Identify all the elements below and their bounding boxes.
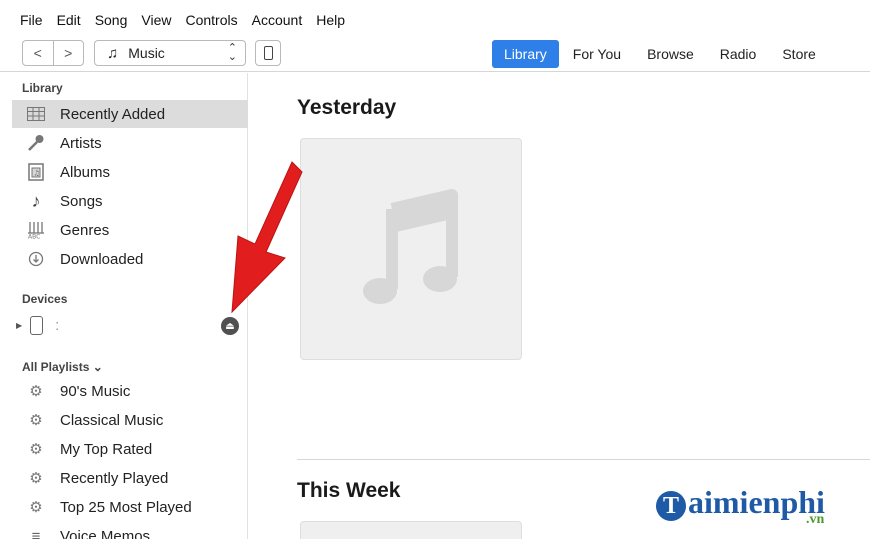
note-icon: ♪ <box>31 190 41 211</box>
playlist-label: Recently Played <box>60 469 169 487</box>
sidebar-item-label: Songs <box>60 192 103 210</box>
menu-account[interactable]: Account <box>252 12 303 28</box>
main-content: Yesterday This Week <box>249 73 870 539</box>
chevron-left-icon: < <box>33 45 42 61</box>
playlist-item-top-25[interactable]: ⚙ Top 25 Most Played <box>12 493 248 521</box>
watermark-initial: T <box>656 490 686 521</box>
watermark-text: aimienphi <box>688 484 825 520</box>
playlist-item-recently-played[interactable]: ⚙ Recently Played <box>12 464 248 492</box>
forward-button[interactable]: > <box>52 41 84 65</box>
playlist-label: My Top Rated <box>60 440 153 458</box>
playlist-item-classical-music[interactable]: ⚙ Classical Music <box>12 406 248 434</box>
playlist-label: Voice Memos <box>60 527 151 539</box>
menu-edit[interactable]: Edit <box>57 12 81 28</box>
album-icon: ♫ <box>26 162 46 182</box>
device-name: : <box>55 316 60 334</box>
gear-icon: ⚙ <box>29 499 43 516</box>
nav-buttons: < > <box>22 40 84 66</box>
gear-icon: ⚙ <box>29 441 43 458</box>
grid-icon <box>26 104 46 124</box>
download-icon <box>26 249 46 269</box>
toolbar: < > ♫ Music ⌃ ⌄ Library For You Browse Ra… <box>0 36 870 72</box>
sidebar-item-label: Genres <box>60 221 110 239</box>
sidebar-item-songs[interactable]: ♪ Songs <box>12 187 248 215</box>
playlist-item-my-top-rated[interactable]: ⚙ My Top Rated <box>12 435 248 463</box>
sidebar-item-device[interactable]: ▶ : <box>12 311 248 339</box>
updown-chevron-icon: ⌃ ⌄ <box>227 42 237 63</box>
library-section-title: Library <box>22 81 63 95</box>
section-title-yesterday: Yesterday <box>297 96 397 119</box>
watermark-logo: Taimienphi .vn <box>656 484 825 527</box>
album-artwork-placeholder[interactable] <box>300 138 522 360</box>
devices-section-title: Devices <box>22 292 68 306</box>
microphone-icon <box>26 133 46 153</box>
music-note-icon: ♫ <box>107 44 119 62</box>
album-artwork-placeholder-partial[interactable] <box>300 521 522 539</box>
music-note-icon <box>363 189 458 304</box>
sidebar-item-label: Albums <box>60 163 111 181</box>
chevron-right-icon: > <box>64 45 73 61</box>
svg-text:ABC: ABC <box>28 234 40 240</box>
playlists-section-title[interactable]: All Playlists ⌄ <box>22 360 103 374</box>
menu-view[interactable]: View <box>141 12 171 28</box>
tab-radio[interactable]: Radio <box>708 40 769 68</box>
back-button[interactable]: < <box>23 41 53 65</box>
sidebar-item-downloaded[interactable]: Downloaded <box>12 245 248 273</box>
playlist-label: Top 25 Most Played <box>60 498 192 516</box>
menu-controls[interactable]: Controls <box>185 12 237 28</box>
menu-bar: File Edit Song View Controls Account Hel… <box>0 0 870 36</box>
iphone-icon <box>30 315 44 335</box>
phone-icon <box>263 46 273 60</box>
sidebar-item-recently-added[interactable]: Recently Added <box>12 100 248 128</box>
gear-icon: ⚙ <box>29 412 43 429</box>
sidebar: Library Recently Added Artists ♫ Albums … <box>0 73 248 539</box>
playlist-label: 90's Music <box>60 382 131 400</box>
sidebar-item-albums[interactable]: ♫ Albums <box>12 158 248 186</box>
tab-library[interactable]: Library <box>492 40 559 68</box>
playlist-item-voice-memos[interactable]: ≡ Voice Memos <box>12 522 248 539</box>
list-icon: ≡ <box>31 527 41 539</box>
sidebar-item-label: Downloaded <box>60 250 144 268</box>
sidebar-item-genres[interactable]: ABC Genres <box>12 216 248 244</box>
view-tabs: Library For You Browse Radio Store <box>492 40 830 68</box>
gear-icon: ⚙ <box>29 470 43 487</box>
device-button[interactable] <box>255 40 281 66</box>
watermark-suffix: .vn <box>806 512 825 527</box>
playlist-item-90s-music[interactable]: ⚙ 90's Music <box>12 377 248 405</box>
playlist-label: Classical Music <box>60 411 164 429</box>
gear-icon: ⚙ <box>29 383 43 400</box>
section-divider <box>297 459 870 460</box>
menu-help[interactable]: Help <box>316 12 345 28</box>
media-kind-label: Music <box>128 45 165 61</box>
menu-file[interactable]: File <box>20 12 43 28</box>
sidebar-item-artists[interactable]: Artists <box>12 129 248 157</box>
genres-icon: ABC <box>26 220 46 240</box>
media-kind-select[interactable]: ♫ Music ⌃ ⌄ <box>94 40 246 66</box>
menu-song[interactable]: Song <box>95 12 128 28</box>
tab-for-you[interactable]: For You <box>561 40 633 68</box>
sidebar-item-label: Recently Added <box>60 105 166 123</box>
section-title-this-week: This Week <box>297 479 401 502</box>
sidebar-item-label: Artists <box>60 134 102 152</box>
disclosure-triangle-icon[interactable]: ▶ <box>16 321 22 330</box>
svg-text:♫: ♫ <box>34 170 40 178</box>
tab-browse[interactable]: Browse <box>635 40 706 68</box>
tab-store[interactable]: Store <box>770 40 827 68</box>
eject-icon[interactable]: ⏏ <box>221 317 239 335</box>
